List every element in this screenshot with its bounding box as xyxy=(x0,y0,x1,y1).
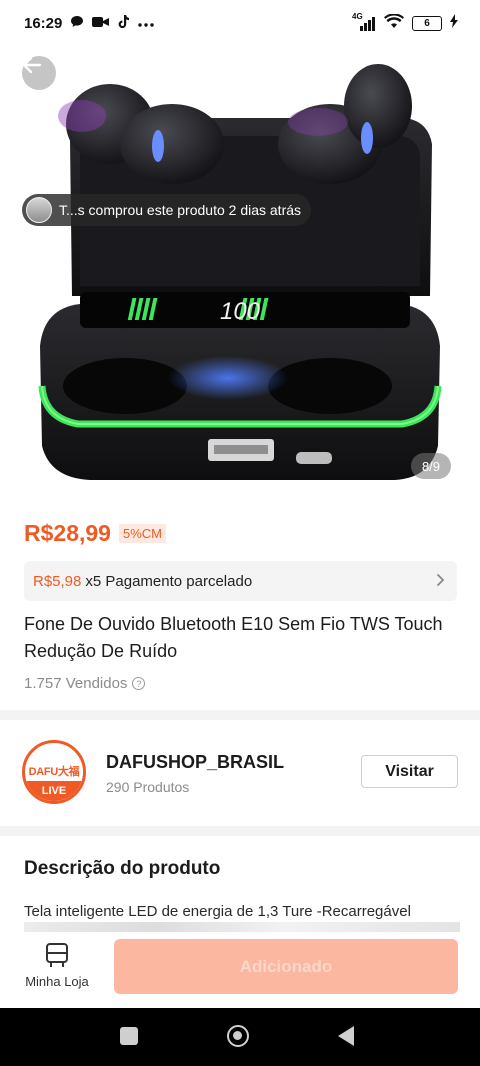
back-button[interactable] xyxy=(22,56,56,90)
system-back-button[interactable] xyxy=(338,1026,354,1046)
my-store-label: Minha Loja xyxy=(25,974,89,989)
installment-text: x5 Pagamento parcelado xyxy=(85,572,253,590)
more-dots-icon xyxy=(137,16,155,31)
status-left: 16:29 xyxy=(24,14,155,32)
signal-icon: 4G xyxy=(352,12,376,31)
product-price: R$28,99 xyxy=(24,520,111,546)
video-camera-icon xyxy=(92,16,110,31)
chevron-right-icon xyxy=(436,571,445,592)
product-title: Fone De Ouvido Bluetooth E10 Sem Fio TWS… xyxy=(24,614,443,661)
description-text: Tela inteligente LED de energia de 1,3 T… xyxy=(24,903,411,920)
section-divider xyxy=(0,826,480,836)
sold-count: 1.757 Vendidos ? xyxy=(24,675,146,692)
wifi-icon xyxy=(384,12,404,33)
battery-icon: 6 xyxy=(412,15,442,31)
avatar xyxy=(26,197,52,223)
description-heading: Descrição do produto xyxy=(24,858,221,879)
shop-logo-text: DAFU大福 xyxy=(28,766,80,778)
charging-bolt-icon xyxy=(450,14,458,32)
shop-name[interactable]: DAFUSHOP_BRASIL xyxy=(106,752,284,773)
arrow-left-icon xyxy=(22,56,42,74)
image-counter: 8/9 xyxy=(411,453,451,479)
visit-shop-button[interactable]: Visitar xyxy=(361,755,458,788)
add-to-store-button[interactable]: Adicionado xyxy=(114,939,458,994)
case-display-readout: 100 xyxy=(220,298,261,325)
home-button[interactable] xyxy=(227,1025,249,1047)
status-time: 16:29 xyxy=(24,14,63,32)
tiktok-icon xyxy=(117,14,130,32)
installment-amount: R$5,98 xyxy=(33,572,82,590)
product-image-carousel[interactable]: 100 T...s comprou este produto 2 dias at… xyxy=(0,46,480,504)
shop-products-count: 290 Produtos xyxy=(106,779,190,795)
store-icon xyxy=(46,943,68,967)
shop-logo[interactable]: DAFU大福 LIVE xyxy=(22,740,86,804)
installment-row[interactable]: R$5,98 x5 Pagamento parcelado xyxy=(24,561,457,601)
my-store-button[interactable]: Minha Loja xyxy=(18,942,96,998)
price-row: R$28,99 5%CM xyxy=(24,520,166,547)
description-overflow-fade xyxy=(24,922,460,932)
discount-badge: 5%CM xyxy=(118,524,166,543)
recent-buyer-toast: T...s comprou este produto 2 dias atrás xyxy=(22,194,312,226)
status-right: 4G 6 xyxy=(352,12,458,33)
recent-apps-button[interactable] xyxy=(120,1027,138,1045)
live-badge: LIVE xyxy=(25,781,83,801)
section-divider xyxy=(0,710,480,720)
status-bar: 16:29 4G 6 xyxy=(0,0,480,46)
recent-buyer-text: T...s comprou este produto 2 dias atrás xyxy=(59,202,302,218)
question-icon[interactable]: ? xyxy=(132,677,146,690)
earbuds-product-image: 100 xyxy=(8,46,472,504)
chat-bubble-icon xyxy=(70,15,84,31)
sold-count-text: 1.757 Vendidos xyxy=(24,675,128,692)
